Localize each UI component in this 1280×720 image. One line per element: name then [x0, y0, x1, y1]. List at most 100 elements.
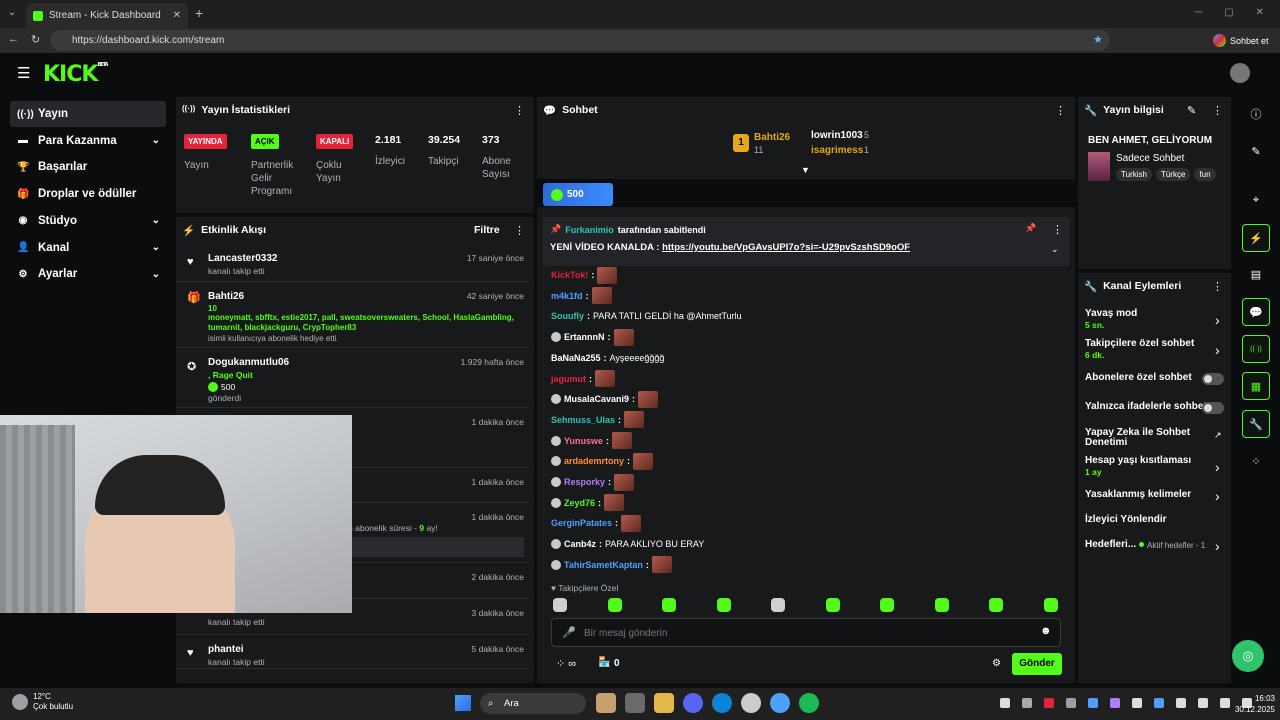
chat-message[interactable]: m4k1fd:	[551, 286, 612, 306]
chat-message[interactable]: ErtannnN:	[551, 327, 634, 347]
sidebar-item-1[interactable]: ▬ Para Kazanma ⌄	[10, 128, 166, 154]
tab-close-icon[interactable]: ✕	[173, 10, 181, 21]
chat-message[interactable]: Yunuswe:	[551, 431, 633, 451]
tray-icon[interactable]	[1198, 698, 1208, 708]
edit-icon[interactable]: ✎	[1187, 104, 1196, 117]
emote-shortcut-icon[interactable]	[771, 598, 785, 612]
chat-username[interactable]: jagumut	[551, 374, 586, 384]
channel-action-label[interactable]: Takipçilere özel sohbet	[1085, 339, 1210, 349]
channel-action-label[interactable]: Yavaş mod	[1085, 309, 1210, 319]
activity-user[interactable]: phantei	[208, 644, 244, 655]
tab-list-icon[interactable]: ⌄	[8, 7, 16, 18]
activity-row[interactable]: ✪ Dogukanmutlu06 1.929 hafta önce , Rage Qu…	[176, 348, 530, 408]
chat-username[interactable]: TahirSametKaptan	[564, 560, 643, 570]
favorite-star-icon[interactable]: ★	[1093, 33, 1103, 46]
user-avatar[interactable]	[1230, 63, 1250, 83]
chat-message[interactable]: MusalaCavani9:	[551, 389, 659, 409]
chevron-right-icon[interactable]: ›	[1215, 538, 1220, 554]
tag-chip[interactable]: Turkish	[1116, 168, 1152, 181]
task-view-icon[interactable]	[625, 693, 645, 713]
moderation-icon[interactable]: ▦	[1242, 372, 1270, 400]
activity-row[interactable]: ♥ phantei 5 dakika önce kanalı takip etti	[176, 635, 530, 669]
chat-message[interactable]: BaNaNa255: Ayşeeeeğğğğ	[551, 348, 664, 368]
activity-user[interactable]: Bahti26	[208, 291, 244, 302]
send-button[interactable]: Gönder	[1012, 653, 1062, 675]
chevron-right-icon[interactable]: ›	[1215, 312, 1220, 328]
collapse-icon[interactable]: ▼	[801, 165, 810, 175]
chat-message[interactable]: Sehmuss_Ulas:	[551, 410, 645, 430]
filter-button[interactable]: Filtre	[474, 224, 500, 236]
chevron-down-icon[interactable]: ⌄	[152, 269, 160, 280]
emote-shortcut-icon[interactable]	[1043, 598, 1058, 612]
chat-message[interactable]: GerginPatates:	[551, 513, 642, 533]
chat-username[interactable]: Souufly	[551, 311, 584, 321]
sidebar-item-4[interactable]: ◉ Stüdyo ⌄	[10, 208, 166, 234]
start-button[interactable]	[455, 695, 471, 711]
edit-icon[interactable]: ✎	[1242, 137, 1270, 165]
expand-pinned-icon[interactable]: ⌄	[1051, 244, 1059, 255]
emote-shortcut-icon[interactable]	[662, 598, 676, 612]
lightning-icon[interactable]: ⚡	[1242, 224, 1270, 252]
chat-settings-icon[interactable]: ⚙	[992, 658, 1001, 669]
chat-message[interactable]: KickTok!:	[551, 265, 618, 285]
file-explorer-icon[interactable]	[654, 693, 674, 713]
channel-action-label[interactable]: Abonelere özel sohbet	[1085, 373, 1210, 383]
broadcast-icon[interactable]: ((·))	[1242, 335, 1270, 363]
chat-username[interactable]: Canb4z	[564, 539, 596, 549]
help-button[interactable]: ◎	[1232, 640, 1264, 672]
window-controls[interactable]: ─▢✕	[1195, 7, 1280, 18]
sidebar-item-6[interactable]: ⚙ Ayarlar ⌄	[10, 261, 166, 287]
external-link-icon[interactable]: ↗	[1214, 430, 1222, 441]
category-thumb[interactable]	[1088, 152, 1110, 181]
pinned-by[interactable]: Furkanimio	[565, 225, 614, 235]
chat-message[interactable]: Zeyd76:	[551, 493, 625, 513]
unpin-icon[interactable]: 📌	[1025, 223, 1036, 234]
chat-username[interactable]: KickTok!	[551, 270, 588, 280]
pinned-menu-icon[interactable]: ⋮	[1052, 223, 1063, 236]
sidebar-item-3[interactable]: 🎁 Droplar ve ödüller	[10, 181, 166, 207]
store-icon[interactable]: 🏪	[598, 657, 610, 668]
url-field[interactable]: https://dashboard.kick.com/stream	[50, 30, 1110, 51]
tray-icon[interactable]	[1066, 698, 1076, 708]
chevron-down-icon[interactable]: ⌄	[152, 215, 160, 226]
toggle-switch[interactable]	[1202, 373, 1224, 385]
obs-icon[interactable]	[741, 693, 761, 713]
reload-icon[interactable]: ↻	[31, 33, 40, 46]
emote-shortcut-icon[interactable]	[716, 598, 731, 612]
emoji-icon[interactable]: ☻	[1040, 625, 1052, 637]
new-tab-icon[interactable]: +	[195, 5, 203, 21]
tag-chip[interactable]: Türkçe	[1155, 168, 1191, 181]
spotify-icon[interactable]	[799, 693, 819, 713]
chat-input[interactable]: 🎤 ☻	[551, 618, 1061, 647]
kicks-total-pill[interactable]: 500	[543, 183, 613, 206]
chat-username[interactable]: m4k1fd	[551, 291, 583, 301]
tray-icon[interactable]	[1000, 698, 1010, 708]
discord-icon[interactable]	[683, 693, 703, 713]
tray-icon[interactable]	[1154, 698, 1164, 708]
chat-message[interactable]: Canb4z: PARA AKLIYO BU ERAY	[551, 534, 704, 554]
sidebar-item-5[interactable]: 👤 Kanal ⌄	[10, 235, 166, 261]
chat-menu-icon[interactable]: ⋮	[1055, 104, 1066, 117]
chevron-right-icon[interactable]: ›	[1215, 459, 1220, 475]
widget-app-icon[interactable]	[596, 693, 616, 713]
hamburger-menu-icon[interactable]: ☰	[17, 64, 30, 82]
chevron-right-icon[interactable]: ›	[1215, 488, 1220, 504]
chat-message[interactable]: Souufly: PARA TATLI GELDİ ha @AhmetTurlu	[551, 306, 742, 326]
leader-1-name[interactable]: Bahti26	[754, 132, 790, 143]
toggle-switch[interactable]	[1202, 402, 1224, 414]
chat-username[interactable]: Sehmuss_Ulas	[551, 415, 615, 425]
info-icon[interactable]: ⓘ	[1242, 100, 1270, 128]
mic-icon[interactable]: 🎤	[562, 626, 576, 639]
weather-widget[interactable]: 12°C Çok bulutlu	[12, 692, 73, 712]
channel-action-label[interactable]: Hesap yaşı kısıtlaması	[1085, 456, 1210, 466]
chat-username[interactable]: Zeyd76	[564, 498, 595, 508]
screenshot-icon[interactable]: ⌖	[1242, 186, 1270, 214]
emote-shortcut-icon[interactable]	[553, 598, 567, 612]
channel-actions-menu-icon[interactable]: ⋮	[1212, 280, 1223, 293]
chat-message[interactable]: TahirSametKaptan:	[551, 555, 672, 575]
tray-icon[interactable]	[1022, 698, 1032, 708]
leader-2-name[interactable]: lowrin1003	[811, 130, 863, 141]
chat-username[interactable]: ardademrtony	[564, 456, 624, 466]
tray-icon[interactable]	[1044, 698, 1054, 708]
sidebar-item-2[interactable]: 🏆 Başarılar	[10, 154, 166, 180]
